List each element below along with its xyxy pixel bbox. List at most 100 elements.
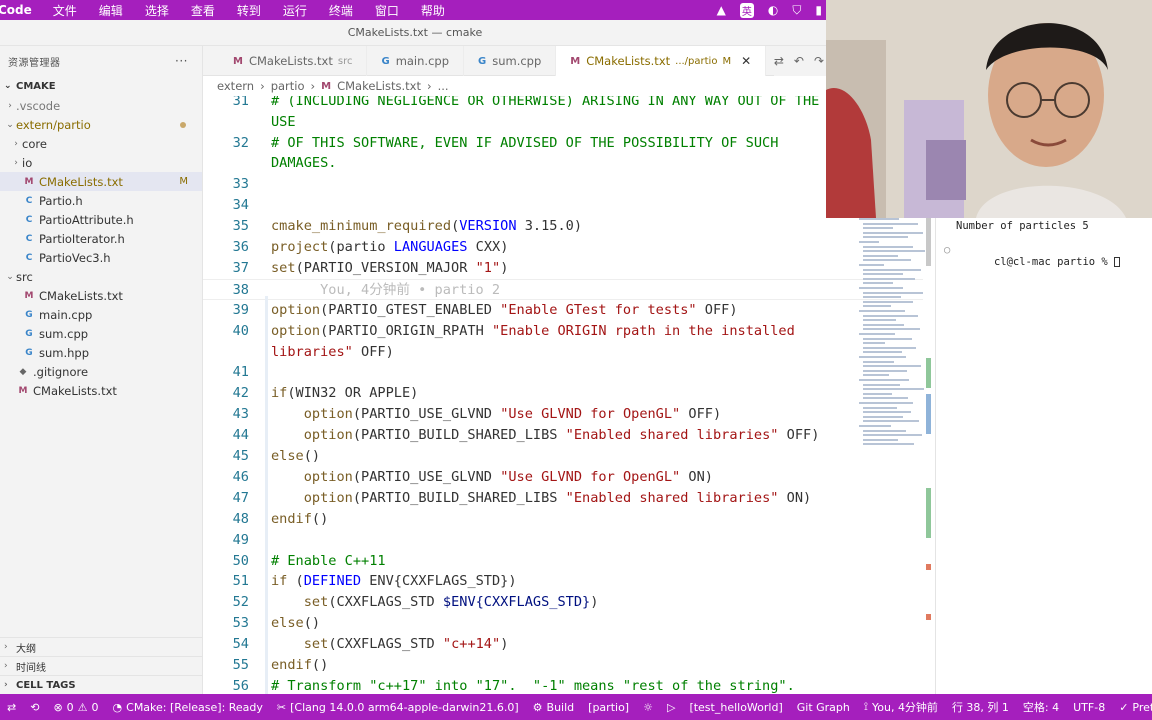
app-menu[interactable]: Code [0,3,42,17]
go-back-icon[interactable]: ↶ [794,54,804,68]
file-item[interactable]: Gsum.hpp [0,343,202,362]
file-item[interactable]: Gmain.cpp [0,305,202,324]
breadcrumb-item[interactable]: partio [271,79,305,93]
code-line[interactable]: 55 endif() [203,655,923,676]
editor-tab[interactable]: M CMakeLists.txt src [203,46,368,76]
cmake-kit[interactable]: ✂ [Clang 14.0.0 arm64-apple-darwin21.6.0] [270,701,526,714]
menu-go[interactable]: 转到 [226,2,272,19]
git-status-badge: M [722,55,732,67]
cone-icon[interactable]: ▲ [717,3,726,17]
remote-indicator[interactable]: ⇄ [0,701,23,714]
menu-window[interactable]: 窗口 [364,2,410,19]
code-line[interactable]: 41 [203,362,923,383]
sync-button[interactable]: ⟲ [23,701,46,714]
launch-target[interactable]: [test_helloWorld] [682,701,789,714]
editor-tab-bar: M CMakeLists.txt src Gmain.cpp Gsum.cpp M CMak… [203,46,830,76]
menu-edit[interactable]: 编辑 [88,2,134,19]
wechat-icon[interactable]: ◐ [768,3,778,17]
file-item[interactable]: M CMakeLists.txt [0,381,202,400]
code-line[interactable]: 44 option(PARTIO_BUILD_SHARED_LIBS "Enab… [203,425,923,446]
code-line[interactable]: 43 option(PARTIO_USE_GLVND "Use GLVND fo… [203,404,923,425]
more-actions-icon[interactable]: ··· [175,54,188,68]
prettier-status[interactable]: ✓Prettier [1112,701,1152,714]
breadcrumb-item[interactable]: ... [438,79,449,93]
code-line[interactable]: 33 [203,174,923,195]
code-editor[interactable]: 31 # (INCLUDING NEGLIGENCE OR OTHERWISE) … [203,96,923,694]
menu-run[interactable]: 运行 [272,2,318,19]
folder-item[interactable]: ⌄ extern/partio [0,115,202,134]
shield-icon[interactable]: ⛉ [792,3,801,18]
outline-panel[interactable]: › 大纲 [0,637,203,656]
breadcrumb-item[interactable]: CMakeLists.txt [337,79,421,93]
close-icon[interactable]: ✕ [741,54,751,68]
terminal-prompt[interactable]: ○ cl@cl-mac partio % [944,232,1152,268]
code-line[interactable]: 34 [203,195,923,216]
build-target[interactable]: [partio] [581,701,636,714]
code-line[interactable]: 46 option(PARTIO_USE_GLVND "Use GLVND fo… [203,467,923,488]
folder-item[interactable]: ⌄ src [0,267,202,286]
code-line[interactable]: 31 # (INCLUDING NEGLIGENCE OR OTHERWISE) … [203,96,923,112]
menu-help[interactable]: 帮助 [410,2,456,19]
run-button[interactable]: ▷ [660,701,682,714]
file-item[interactable]: M CMakeLists.txt M [0,172,202,191]
file-item[interactable]: C PartioVec3.h [0,248,202,267]
minimap-line [863,337,912,340]
cmake-status[interactable]: ◔ CMake: [Release]: Ready [106,701,270,714]
code-line[interactable]: 50 # Enable C++11 [203,551,923,572]
file-item[interactable]: M CMakeLists.txt [0,286,202,305]
code-token: OFF) [778,427,820,443]
menu-terminal[interactable]: 终端 [318,2,364,19]
cursor-position[interactable]: 行 38, 列 1 [945,699,1016,715]
folder-item[interactable]: › io [0,153,202,172]
bookmark-icon[interactable]: ▮ [815,3,822,17]
editor-tab[interactable]: M CMakeLists.txt .../partio M ✕ [556,46,767,76]
git-blame[interactable]: ⟟ You, 4分钟前 [857,699,945,715]
minimap[interactable] [855,218,927,478]
file-item[interactable]: Gsum.cpp [0,324,202,343]
code-line[interactable]: 36 project(partio LANGUAGES CXX) [203,237,923,258]
menu-selection[interactable]: 选择 [134,2,180,19]
editor-tab[interactable]: Gmain.cpp [367,46,464,76]
overview-ruler[interactable] [926,218,931,694]
file-item[interactable]: ◆ .gitignore [0,362,202,381]
indentation[interactable]: 空格: 4 [1016,699,1066,715]
file-item[interactable]: C Partio.h [0,191,202,210]
code-line[interactable]: 39 option(PARTIO_GTEST_ENABLED "Enable GT… [203,300,923,321]
code-line[interactable]: 35 cmake_minimum_required(VERSION 3.15.0) [203,216,923,237]
code-line[interactable]: 47 option(PARTIO_BUILD_SHARED_LIBS "Enab… [203,488,923,509]
input-method-icon[interactable]: 英 [739,2,754,18]
code-line[interactable]: 37 set(PARTIO_VERSION_MAJOR "1") [203,258,923,279]
compare-changes-icon[interactable]: ⇄ [774,54,784,68]
code-line[interactable]: 32 # OF THIS SOFTWARE, EVEN IF ADVISED OF… [203,133,923,154]
code-line[interactable]: 52 set(CXXFLAGS_STD $ENV{CXXFLAGS_STD}) [203,592,923,613]
current-code-line[interactable]: 38 You, 4分钟前 • partio 2 [203,279,923,300]
code-line[interactable]: 42 if(WIN32 OR APPLE) [203,383,923,404]
terminal-panel[interactable]: Number of particles 5 ○ cl@cl-mac partio… [935,218,1152,694]
breadcrumb-item[interactable]: extern [217,79,254,93]
folder-item[interactable]: › core [0,134,202,153]
problems-indicator[interactable]: ⊗ 0 ⚠ 0 [46,701,105,714]
code-line[interactable]: 51 if (DEFINED ENV{CXXFLAGS_STD}) [203,571,923,592]
code-line[interactable]: 56 # Transform "c++17" into "17". "-1" me… [203,676,923,694]
code-line[interactable]: 40 option(PARTIO_ORIGIN_RPATH "Enable ORI… [203,321,923,342]
git-graph-button[interactable]: Git Graph [790,701,857,714]
workspace-root[interactable]: ⌄ CMAKE [0,76,202,96]
cell-tags-panel[interactable]: › CELL TAGS [0,675,203,694]
code-line[interactable]: 48 endif() [203,509,923,530]
code-line[interactable]: 53 else() [203,613,923,634]
timeline-panel[interactable]: › 时间线 [0,656,203,675]
menu-view[interactable]: 查看 [180,2,226,19]
code-line[interactable]: 49 [203,530,923,551]
go-forward-icon[interactable]: ↷ [814,54,824,68]
code-line[interactable]: 54 set(CXXFLAGS_STD "c++14") [203,634,923,655]
debug-button[interactable]: ☼ [636,701,660,714]
build-button[interactable]: ⚙ Build [526,701,582,714]
folder-item[interactable]: › .vscode [0,96,202,115]
editor-tab[interactable]: Gsum.cpp [464,46,557,76]
scrollbar-thumb[interactable] [926,218,931,266]
encoding[interactable]: UTF-8 [1066,701,1112,714]
menu-file[interactable]: 文件 [42,2,88,19]
code-line[interactable]: 45 else() [203,446,923,467]
file-item[interactable]: C PartioIterator.h [0,229,202,248]
file-item[interactable]: C PartioAttribute.h [0,210,202,229]
